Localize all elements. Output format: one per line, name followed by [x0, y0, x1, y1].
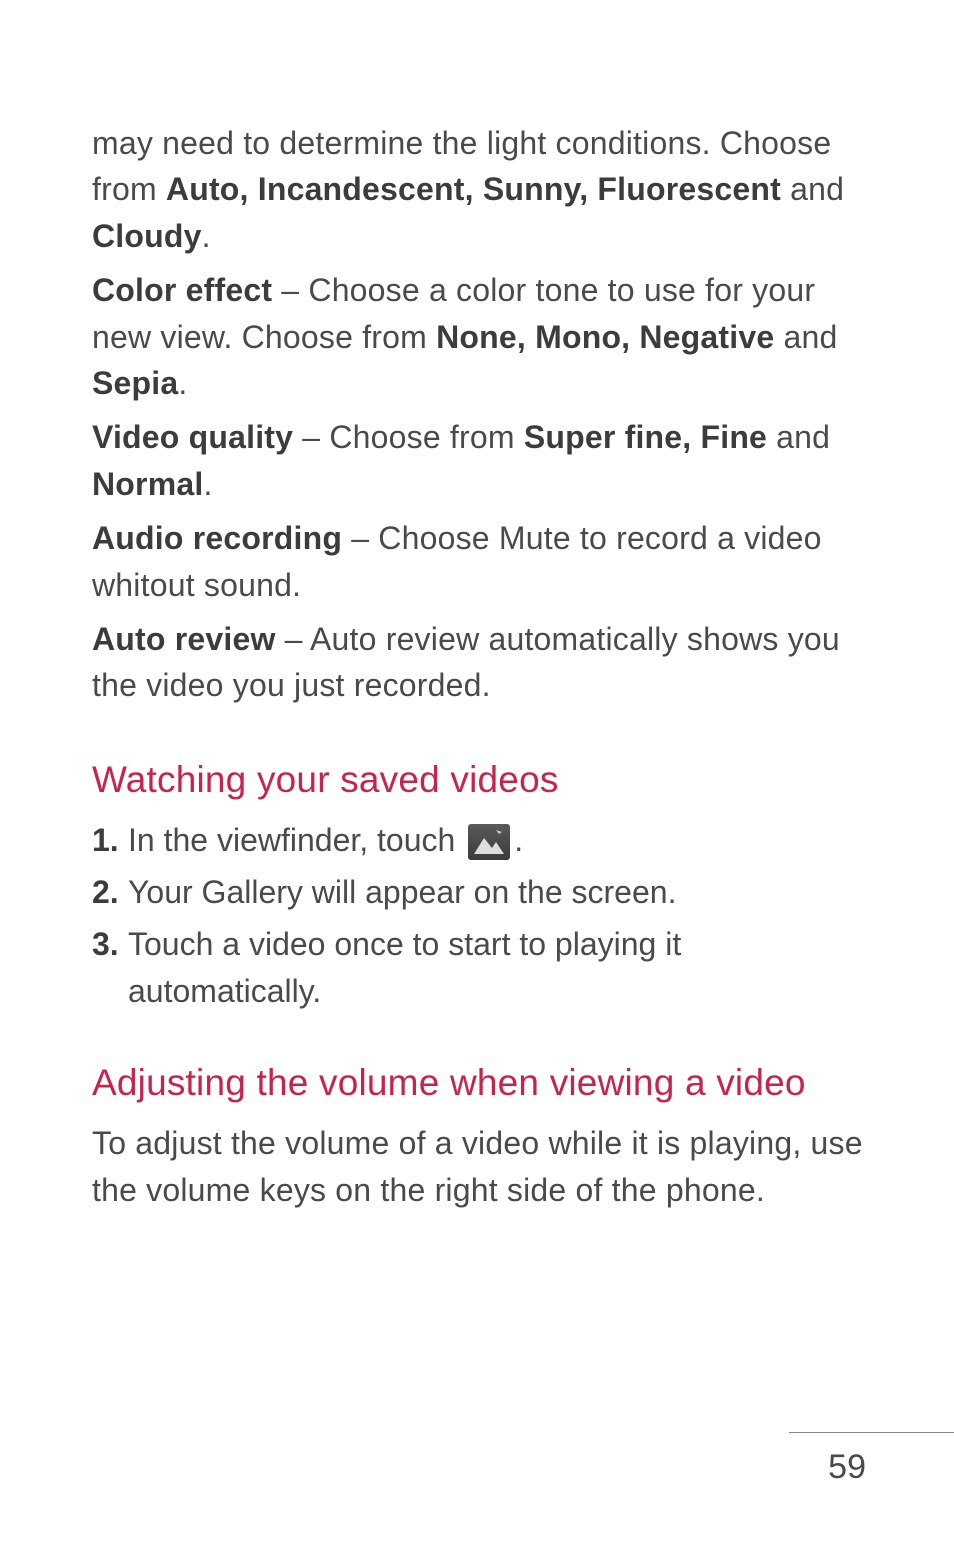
- paragraph-auto-review: Auto review – Auto review automatically …: [92, 616, 866, 709]
- text: and: [767, 419, 830, 455]
- gallery-icon: [468, 824, 510, 860]
- text: In the viewfinder, touch: [128, 822, 464, 858]
- bold-normal: Normal: [92, 466, 203, 502]
- text: .: [514, 822, 523, 858]
- list-number: 1.: [92, 817, 128, 863]
- bold-label: Audio recording: [92, 520, 342, 556]
- text: .: [178, 365, 187, 401]
- list-item: 1. In the viewfinder, touch .: [92, 817, 866, 863]
- text: .: [203, 466, 212, 502]
- bold-options: None, Mono, Negative: [436, 319, 774, 355]
- paragraph-video-quality: Video quality – Choose from Super fine, …: [92, 414, 866, 507]
- text: and: [774, 319, 837, 355]
- list-item: 3. Touch a video once to start to playin…: [92, 921, 866, 1014]
- bold-cloudy: Cloudy: [92, 218, 202, 254]
- bold-sepia: Sepia: [92, 365, 178, 401]
- bold-label: Video quality: [92, 419, 293, 455]
- page-number-divider: [789, 1432, 954, 1434]
- text: .: [202, 218, 211, 254]
- paragraph-adjusting-volume: To adjust the volume of a video while it…: [92, 1120, 866, 1213]
- page-number: 59: [828, 1448, 866, 1487]
- bold-options: Auto, Incandescent, Sunny, Fluorescent: [166, 171, 781, 207]
- bold-label: Color effect: [92, 272, 272, 308]
- text: and: [781, 171, 844, 207]
- bold-label: Auto review: [92, 621, 276, 657]
- list-text: Your Gallery will appear on the screen.: [128, 869, 866, 915]
- heading-watching-saved-videos: Watching your saved videos: [92, 759, 866, 801]
- page-container: may need to determine the light conditio…: [0, 0, 954, 1557]
- steps-list: 1. In the viewfinder, touch . 2. Your Ga…: [92, 817, 866, 1021]
- paragraph-white-balance: may need to determine the light conditio…: [92, 120, 866, 259]
- paragraph-color-effect: Color effect – Choose a color tone to us…: [92, 267, 866, 406]
- list-text: In the viewfinder, touch .: [128, 817, 866, 863]
- list-number: 3.: [92, 921, 128, 967]
- text: – Choose from: [293, 419, 524, 455]
- heading-adjusting-volume: Adjusting the volume when viewing a vide…: [92, 1062, 866, 1104]
- list-item: 2. Your Gallery will appear on the scree…: [92, 869, 866, 915]
- paragraph-audio-recording: Audio recording – Choose Mute to record …: [92, 515, 866, 608]
- bold-options: Super fine, Fine: [524, 419, 767, 455]
- list-text: Touch a video once to start to playing i…: [128, 921, 866, 1014]
- list-number: 2.: [92, 869, 128, 915]
